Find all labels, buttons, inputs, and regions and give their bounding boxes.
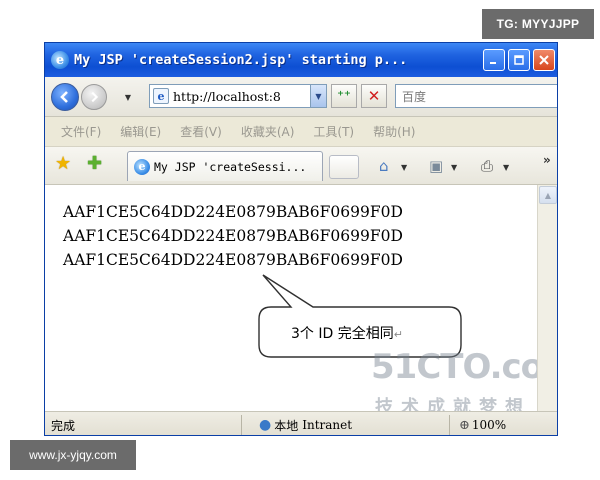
callout-text: 3个 ID 完全相同↵: [291, 323, 403, 343]
status-text: 完成: [51, 419, 76, 433]
home-dropdown-icon[interactable]: ▼: [401, 163, 407, 172]
page-icon: e: [153, 88, 169, 104]
tab-page-icon: e: [134, 158, 150, 175]
close-icon: [539, 55, 549, 65]
stop-button[interactable]: ✕: [361, 84, 387, 108]
new-tab-button[interactable]: [329, 155, 359, 179]
watermark-tag-bottom: www.jx-yjqy.com: [10, 440, 136, 470]
print-icon[interactable]: ⎙: [481, 157, 493, 175]
forward-button[interactable]: [81, 84, 107, 110]
forward-arrow-icon: [91, 91, 99, 103]
refresh-button[interactable]: ⁺⁺: [331, 84, 357, 108]
feeds-dropdown-icon[interactable]: ▼: [451, 163, 457, 172]
minimize-button[interactable]: [483, 49, 505, 71]
intranet-globe-icon: ●: [259, 417, 272, 433]
back-button[interactable]: [51, 83, 79, 111]
return-mark: ↵: [393, 328, 403, 341]
status-divider: [449, 415, 450, 435]
add-favorite-icon[interactable]: ✚: [87, 153, 102, 174]
zoom-control[interactable]: ⊕ 100%: [459, 416, 506, 434]
maximize-icon: [514, 55, 524, 65]
tab-label: My JSP 'createSessi...: [154, 159, 307, 174]
menu-tools[interactable]: 工具(T): [313, 123, 354, 140]
zone-label-2: Intranet: [302, 418, 353, 432]
zone-label: 本地: [274, 418, 299, 433]
menu-edit[interactable]: 编辑(E): [120, 123, 161, 140]
address-input[interactable]: e http://localhost:8 ▼: [149, 84, 327, 108]
watermark-logo: 51CTO.com: [371, 347, 558, 387]
security-zone[interactable]: ● 本地 Intranet: [259, 416, 352, 434]
scroll-up-icon[interactable]: ▲: [539, 186, 557, 204]
close-button[interactable]: [533, 49, 555, 71]
menu-view[interactable]: 查看(V): [180, 123, 222, 140]
menu-bar: 文件(F) 编辑(E) 查看(V) 收藏夹(A) 工具(T) 帮助(H): [45, 117, 557, 147]
title-bar[interactable]: e My JSP 'createSession2.jsp' starting p…: [45, 43, 557, 77]
more-commands-icon[interactable]: »: [543, 153, 551, 167]
status-divider: [241, 415, 242, 435]
menu-favorites[interactable]: 收藏夹(A): [241, 123, 295, 140]
menu-help[interactable]: 帮助(H): [373, 123, 415, 140]
maximize-button[interactable]: [508, 49, 530, 71]
home-icon[interactable]: ⌂: [379, 157, 389, 175]
zoom-icon: ⊕: [459, 417, 470, 433]
window-controls: [483, 49, 555, 71]
ie-logo-icon: e: [51, 51, 69, 69]
tab-current-page[interactable]: e My JSP 'createSessi...: [127, 151, 323, 181]
favorites-bar: ★ ✚ e My JSP 'createSessi... ⌂ ▼ ▣ ▼ ⎙ ▼…: [45, 147, 557, 185]
watermark-tag-top: TG: MYYJJPP: [482, 9, 594, 39]
history-dropdown-icon[interactable]: ▼: [123, 88, 133, 106]
vertical-scrollbar[interactable]: ▲: [537, 185, 557, 411]
status-bar: 完成 ● 本地 Intranet ⊕ 100%: [45, 411, 557, 435]
favorites-star-icon[interactable]: ★: [55, 153, 71, 174]
window-title: My JSP 'createSession2.jsp' starting p..…: [74, 52, 408, 68]
menu-file[interactable]: 文件(F): [61, 123, 101, 140]
print-dropdown-icon[interactable]: ▼: [503, 163, 509, 172]
search-input[interactable]: 百度: [395, 84, 557, 108]
address-toolbar: ▼ e http://localhost:8 ▼ ⁺⁺ ✕ 百度: [45, 77, 557, 117]
browser-window: e My JSP 'createSession2.jsp' starting p…: [44, 42, 558, 436]
address-dropdown-icon[interactable]: ▼: [310, 85, 326, 107]
address-url: http://localhost:8: [173, 88, 281, 104]
page-content: AAF1CE5C64DD224E0879BAB6F0699F0D AAF1CE5…: [45, 185, 557, 418]
feeds-icon[interactable]: ▣: [429, 157, 443, 175]
minimize-icon: [490, 62, 496, 64]
back-arrow-icon: [60, 91, 68, 103]
zoom-level: 100%: [471, 418, 507, 432]
callout-label: 3个 ID 完全相同: [291, 326, 394, 342]
